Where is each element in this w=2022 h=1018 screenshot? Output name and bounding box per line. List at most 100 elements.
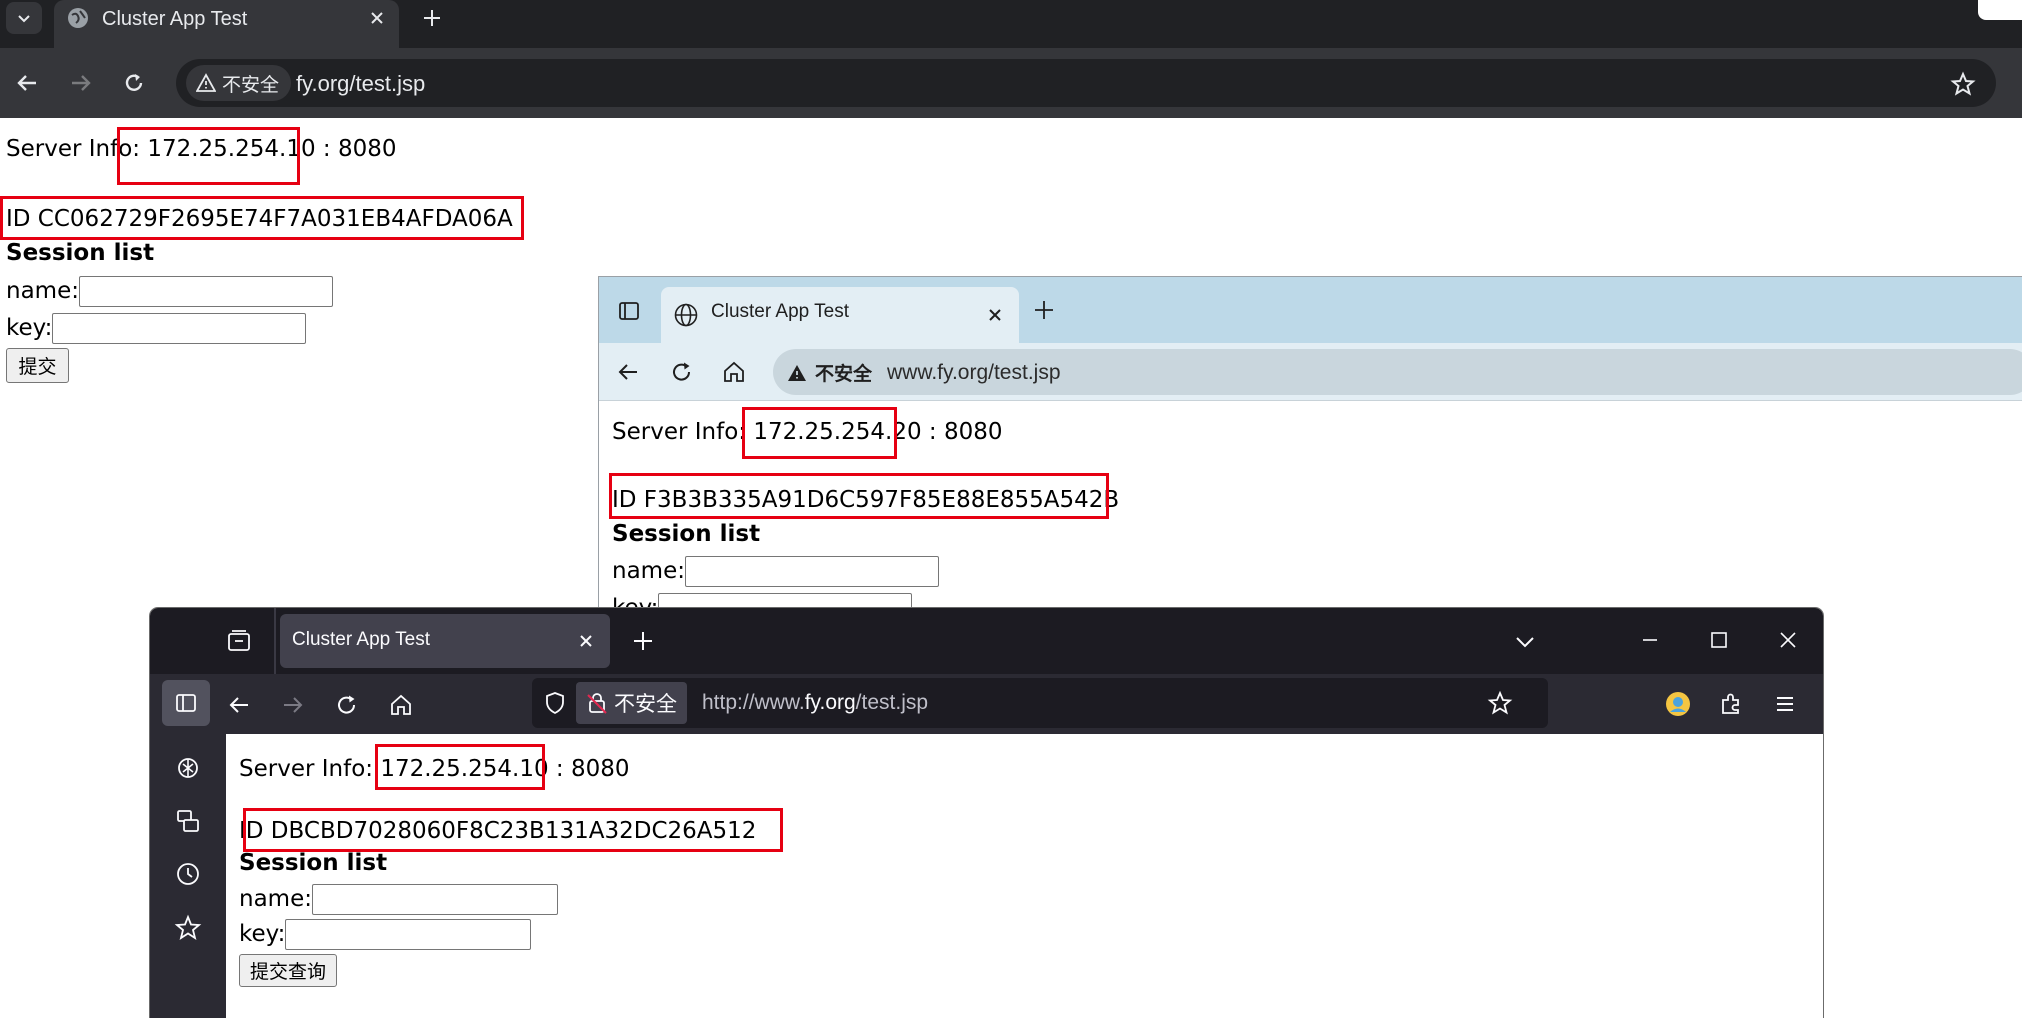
back-arrow-icon[interactable] — [14, 70, 40, 96]
url-text[interactable]: http://www.fy.org/test.jsp — [702, 691, 928, 715]
edge-tab-strip: Cluster App Test — [599, 277, 2022, 343]
edge-toolbar: 不安全 www.fy.org/test.jsp — [599, 343, 2022, 401]
key-row: key: — [6, 313, 307, 344]
chatbot-icon[interactable] — [174, 754, 202, 782]
edge-window: Cluster App Test 不安全 www.fy.org/test.jsp… — [598, 276, 2022, 616]
url-path: /test.jsp — [855, 691, 929, 714]
key-row: key: — [239, 919, 532, 950]
window-close-icon[interactable] — [1776, 628, 1800, 652]
submit-button[interactable]: 提交 — [6, 348, 69, 383]
firefox-window: Cluster App Test 不安全 http://www.fy.org/t… — [150, 608, 1823, 1018]
address-bar[interactable]: 不安全 http://www.fy.org/test.jsp — [532, 678, 1548, 728]
address-bar[interactable]: 不安全 fy.org/test.jsp — [176, 59, 1996, 107]
home-icon[interactable] — [388, 692, 414, 718]
firefox-tab[interactable]: Cluster App Test — [280, 614, 610, 668]
tab-actions-icon[interactable] — [617, 299, 641, 323]
minimize-icon[interactable] — [1638, 628, 1662, 652]
key-input[interactable] — [285, 919, 532, 950]
chevron-down-icon — [18, 15, 30, 23]
security-chip[interactable]: 不安全 — [576, 682, 687, 724]
tab-separator — [274, 608, 276, 674]
firefox-sidebar — [150, 734, 226, 1018]
history-clock-icon[interactable] — [174, 860, 202, 888]
sidebar-icon — [176, 694, 196, 712]
url-text[interactable]: fy.org/test.jsp — [296, 71, 425, 97]
home-icon[interactable] — [721, 359, 747, 385]
close-icon[interactable] — [366, 7, 388, 29]
session-list-heading: Session list — [239, 850, 388, 876]
insecure-lock-icon — [587, 693, 607, 714]
submit-query-button[interactable]: 提交查询 — [239, 954, 337, 987]
name-row: name: — [6, 276, 333, 307]
shield-icon[interactable] — [542, 690, 568, 716]
back-arrow-icon[interactable] — [226, 692, 252, 718]
url-text[interactable]: www.fy.org/test.jsp — [887, 361, 1061, 385]
session-id-highlight-box — [609, 473, 1109, 519]
new-tab-icon[interactable] — [630, 628, 656, 654]
list-all-tabs-icon[interactable] — [1513, 630, 1537, 654]
firefox-tab-strip: Cluster App Test — [150, 608, 1823, 674]
maximize-icon[interactable] — [1707, 628, 1731, 652]
back-arrow-icon[interactable] — [615, 359, 641, 385]
session-list-heading: Session list — [6, 240, 155, 266]
security-chip[interactable]: 不安全 — [186, 65, 292, 101]
warning-icon — [196, 73, 216, 92]
name-label: name: — [612, 558, 685, 584]
account-avatar-icon[interactable] — [1664, 690, 1692, 718]
chrome-tab-strip: Cluster App Test — [0, 0, 2022, 48]
tab-title: Cluster App Test — [711, 301, 850, 322]
ip-highlight-box — [117, 127, 300, 185]
reload-icon[interactable] — [334, 692, 360, 718]
key-label: key: — [6, 315, 53, 341]
synced-tabs-icon[interactable] — [174, 807, 202, 835]
server-port: : 8080 — [555, 756, 630, 782]
firefox-toolbar: 不安全 http://www.fy.org/test.jsp — [150, 674, 1823, 734]
sidebar-toggle-button[interactable] — [162, 680, 210, 726]
chrome-toolbar: 不安全 fy.org/test.jsp — [0, 48, 2022, 118]
bookmarks-star-icon[interactable] — [174, 914, 202, 942]
ip-highlight-box — [742, 407, 897, 459]
menu-icon[interactable] — [1772, 691, 1798, 717]
url-domain: fy.org — [804, 691, 856, 714]
ip-highlight-box — [375, 744, 545, 790]
server-info-label: Server Info: — [612, 419, 747, 445]
name-input[interactable] — [311, 884, 558, 915]
name-label: name: — [6, 278, 79, 304]
tab-title: Cluster App Test — [292, 629, 431, 650]
extensions-icon[interactable] — [1718, 691, 1744, 717]
url-prefix: http://www. — [702, 691, 805, 714]
globe-icon — [68, 8, 88, 28]
name-row: name: — [239, 884, 558, 915]
security-label: 不安全 — [222, 74, 280, 96]
close-icon[interactable] — [576, 631, 596, 651]
forward-arrow-icon[interactable] — [68, 70, 94, 96]
session-id-highlight-box — [243, 808, 783, 852]
edge-tab[interactable]: Cluster App Test — [661, 287, 1019, 343]
new-tab-icon[interactable] — [1031, 297, 1057, 323]
session-id-highlight-box — [0, 196, 524, 240]
globe-icon — [674, 303, 698, 327]
name-input[interactable] — [78, 276, 333, 307]
reload-icon[interactable] — [669, 359, 695, 385]
firefox-view-icon[interactable] — [226, 628, 252, 654]
server-info-label: Server Info: — [239, 756, 374, 782]
tab-search-button[interactable] — [6, 2, 42, 34]
name-row: name: — [612, 556, 939, 587]
bookmark-star-icon[interactable] — [1950, 71, 1976, 97]
new-tab-icon[interactable] — [420, 6, 444, 30]
warning-icon — [788, 364, 806, 381]
close-icon[interactable] — [985, 305, 1005, 325]
forward-arrow-icon[interactable] — [280, 692, 306, 718]
reload-icon[interactable] — [121, 70, 147, 96]
name-input[interactable] — [684, 556, 939, 587]
name-label: name: — [239, 886, 312, 912]
security-chip[interactable]: 不安全 — [787, 359, 872, 386]
security-label: 不安全 — [614, 693, 677, 716]
key-input[interactable] — [52, 313, 307, 344]
chrome-tab[interactable]: Cluster App Test — [54, 0, 399, 48]
security-label: 不安全 — [815, 364, 873, 385]
server-port: : 8080 — [928, 419, 1003, 445]
bookmark-star-icon[interactable] — [1487, 690, 1513, 716]
extension-icon-corner[interactable] — [1978, 0, 2022, 20]
address-bar[interactable]: 不安全 www.fy.org/test.jsp — [773, 349, 2022, 395]
